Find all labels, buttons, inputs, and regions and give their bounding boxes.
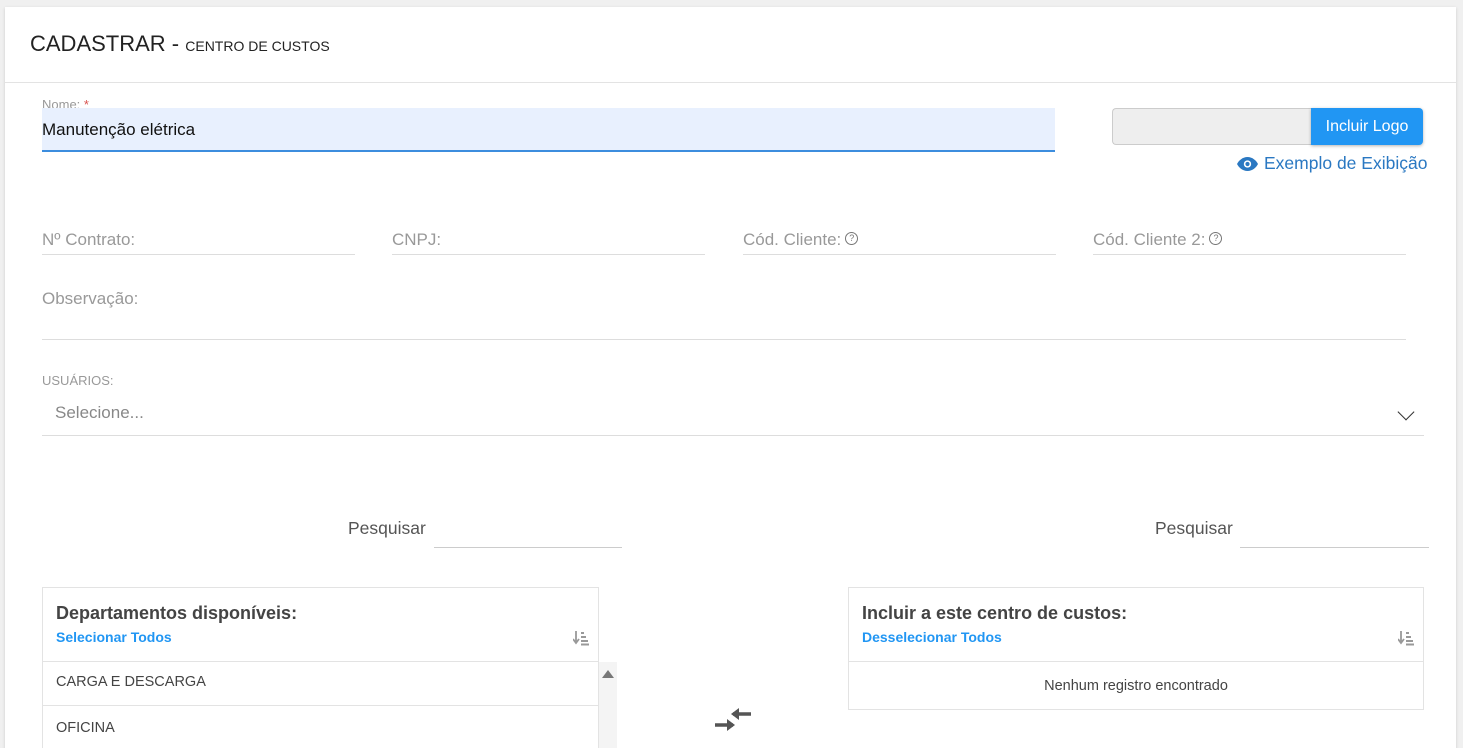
cod-cliente-field[interactable]: Cód. Cliente:?: [743, 218, 1056, 255]
cnpj-field[interactable]: CNPJ:: [392, 218, 705, 255]
nome-input[interactable]: Manutenção elétrica: [42, 108, 1055, 152]
list-item[interactable]: CARGA E DESCARGA: [43, 661, 598, 705]
page-title: CADASTRAR - CENTRO DE CUSTOS: [30, 31, 330, 57]
available-title: Departamentos disponíveis:: [56, 603, 298, 623]
cod-cliente2-label-text: Cód. Cliente 2:: [1093, 230, 1206, 249]
selected-departments-panel: Incluir a este centro de custos: Dessele…: [848, 587, 1424, 710]
help-icon[interactable]: ?: [1209, 232, 1223, 245]
title-subtitle: CENTRO DE CUSTOS: [185, 38, 330, 54]
select-all-link[interactable]: Selecionar Todos: [56, 629, 172, 645]
help-icon[interactable]: ?: [845, 232, 859, 245]
transfer-arrows-icon[interactable]: [713, 703, 753, 735]
scrollbar[interactable]: [599, 662, 617, 748]
nome-value: Manutenção elétrica: [42, 120, 196, 139]
sort-icon-svg: [1397, 631, 1414, 646]
left-search-label: Pesquisar: [348, 518, 426, 538]
selected-title: Incluir a este centro de custos:: [862, 603, 1128, 623]
usuarios-label: USUÁRIOS:: [42, 373, 114, 388]
usuarios-placeholder: Selecione...: [55, 403, 144, 422]
observacao-label: Observação:: [42, 289, 139, 308]
cod-cliente2-label: Cód. Cliente 2:?: [1093, 230, 1223, 250]
contrato-field[interactable]: Nº Contrato:: [42, 218, 355, 255]
page-header: CADASTRAR - CENTRO DE CUSTOS: [5, 7, 1456, 83]
left-search-input[interactable]: [434, 512, 622, 548]
cnpj-label: CNPJ:: [392, 230, 442, 249]
scroll-up-arrow-icon[interactable]: [602, 668, 614, 678]
sort-icon[interactable]: [1397, 631, 1414, 651]
right-search-input[interactable]: [1240, 512, 1429, 548]
available-departments-panel: Departamentos disponíveis: Selecionar To…: [42, 587, 599, 748]
cod-cliente-label-text: Cód. Cliente:: [743, 230, 842, 249]
eye-icon: [1237, 156, 1258, 171]
sort-icon[interactable]: [572, 631, 589, 649]
list-item[interactable]: OFICINA: [43, 705, 598, 748]
right-search-label: Pesquisar: [1155, 518, 1233, 538]
empty-message: Nenhum registro encontrado: [849, 661, 1423, 709]
title-main: CADASTRAR -: [30, 31, 186, 56]
form-card: CADASTRAR - CENTRO DE CUSTOS Nome: * Man…: [5, 7, 1456, 748]
logo-file-field[interactable]: [1112, 108, 1312, 145]
cod-cliente2-field[interactable]: Cód. Cliente 2:?: [1093, 218, 1406, 255]
contrato-label: Nº Contrato:: [42, 230, 136, 249]
deselect-all-link[interactable]: Desselecionar Todos: [862, 629, 1002, 645]
incluir-logo-button[interactable]: Incluir Logo: [1311, 108, 1423, 145]
exemplo-exibicao-label: Exemplo de Exibição: [1264, 153, 1428, 173]
sort-icon-svg: [572, 631, 589, 646]
usuarios-select[interactable]: Selecione...: [42, 392, 1424, 436]
cod-cliente-label: Cód. Cliente:?: [743, 230, 859, 250]
chevron-down-icon: [1397, 403, 1415, 421]
exemplo-exibicao-link[interactable]: Exemplo de Exibição: [1237, 153, 1427, 174]
observacao-field[interactable]: Observação:: [42, 277, 1406, 340]
